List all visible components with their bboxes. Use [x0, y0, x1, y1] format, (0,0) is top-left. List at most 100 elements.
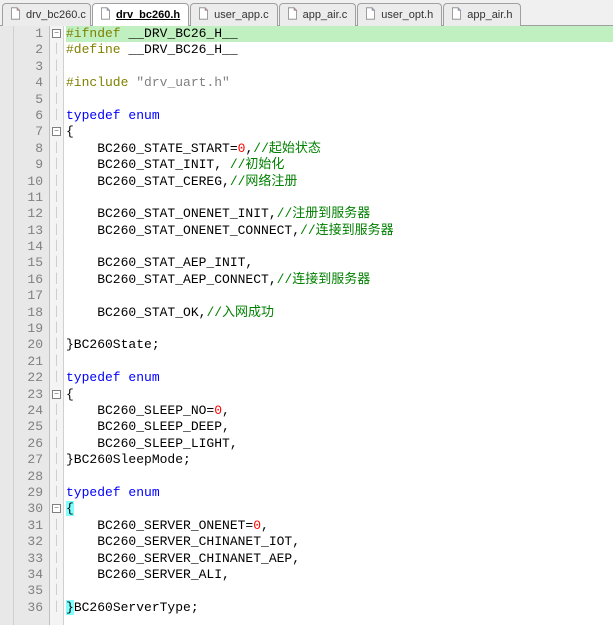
line-number: 22 [14, 370, 43, 386]
code-line[interactable]: }BC260SleepMode; [66, 452, 613, 468]
code-line[interactable]: #include "drv_uart.h" [66, 75, 613, 91]
fold-marker[interactable]: − [50, 26, 63, 42]
fold-collapse-icon[interactable]: − [52, 504, 61, 513]
line-number: 20 [14, 337, 43, 353]
fold-marker[interactable]: − [50, 387, 63, 403]
file-icon [197, 7, 210, 23]
code-line[interactable]: typedef enum [66, 108, 613, 124]
code-line[interactable]: BC260_STAT_CEREG,//网络注册 [66, 174, 613, 190]
line-number: 26 [14, 436, 43, 452]
code-line[interactable] [66, 354, 613, 370]
fold-marker: │ [50, 92, 63, 108]
editor-margin [0, 26, 14, 625]
code-line[interactable]: { [66, 501, 613, 517]
code-line[interactable]: BC260_SERVER_CHINANET_AEP, [66, 551, 613, 567]
file-icon [99, 7, 112, 23]
fold-marker: │ [50, 288, 63, 304]
fold-collapse-icon[interactable]: − [52, 390, 61, 399]
code-line[interactable]: BC260_STAT_INIT, //初始化 [66, 157, 613, 173]
code-area[interactable]: #ifndef __DRV_BC26_H__#define __DRV_BC26… [64, 26, 613, 625]
fold-marker: │ [50, 239, 63, 255]
code-line[interactable]: { [66, 387, 613, 403]
line-number: 13 [14, 223, 43, 239]
line-number-gutter: 1234567891011121314151617181920212223242… [14, 26, 50, 625]
line-number: 14 [14, 239, 43, 255]
code-line[interactable]: typedef enum [66, 485, 613, 501]
fold-marker: │ [50, 141, 63, 157]
code-line[interactable]: BC260_SERVER_CHINANET_IOT, [66, 534, 613, 550]
fold-marker: │ [50, 174, 63, 190]
code-editor: 1234567891011121314151617181920212223242… [0, 26, 613, 625]
line-number: 34 [14, 567, 43, 583]
fold-collapse-icon[interactable]: − [52, 127, 61, 136]
code-line[interactable]: BC260_STATE_START=0,//起始状态 [66, 141, 613, 157]
tab-user_opt-h[interactable]: user_opt.h [357, 3, 442, 26]
code-line[interactable]: typedef enum [66, 370, 613, 386]
line-number: 23 [14, 387, 43, 403]
fold-marker: │ [50, 272, 63, 288]
tab-app_air-h[interactable]: app_air.h [443, 3, 521, 26]
line-number: 28 [14, 469, 43, 485]
code-line[interactable]: BC260_SLEEP_NO=0, [66, 403, 613, 419]
tab-label: app_air.c [303, 9, 348, 21]
tab-label: drv_bc260.h [116, 9, 180, 21]
fold-marker: │ [50, 567, 63, 583]
code-line[interactable] [66, 288, 613, 304]
line-number: 27 [14, 452, 43, 468]
code-line[interactable] [66, 92, 613, 108]
line-number: 5 [14, 92, 43, 108]
fold-marker[interactable]: − [50, 124, 63, 140]
fold-marker: │ [50, 485, 63, 501]
fold-marker: │ [50, 190, 63, 206]
line-number: 30 [14, 501, 43, 517]
code-line[interactable]: #ifndef __DRV_BC26_H__ [66, 26, 613, 42]
code-line[interactable] [66, 469, 613, 485]
code-line[interactable]: BC260_STAT_AEP_CONNECT,//连接到服务器 [66, 272, 613, 288]
fold-collapse-icon[interactable]: − [52, 29, 61, 38]
line-number: 6 [14, 108, 43, 124]
file-icon [364, 7, 377, 23]
line-number: 3 [14, 59, 43, 75]
code-line[interactable]: }BC260State; [66, 337, 613, 353]
fold-marker: │ [50, 337, 63, 353]
line-number: 18 [14, 305, 43, 321]
tab-app_air-c[interactable]: app_air.c [279, 3, 357, 26]
fold-marker[interactable]: − [50, 501, 63, 517]
line-number: 24 [14, 403, 43, 419]
code-line[interactable] [66, 321, 613, 337]
code-line[interactable]: BC260_SERVER_ONENET=0, [66, 518, 613, 534]
code-line[interactable]: BC260_SERVER_ALI, [66, 567, 613, 583]
line-number: 10 [14, 174, 43, 190]
fold-marker: │ [50, 321, 63, 337]
line-number: 33 [14, 551, 43, 567]
tab-drv_bc260-c[interactable]: drv_bc260.c [2, 3, 91, 26]
code-line[interactable] [66, 239, 613, 255]
code-line[interactable]: #define __DRV_BC26_H__ [66, 42, 613, 58]
tab-user_app-c[interactable]: user_app.c [190, 3, 277, 26]
tab-label: app_air.h [467, 9, 512, 21]
fold-column: −│││││−│││││││││││││││−││││││−││││││ [50, 26, 64, 625]
code-line[interactable]: }BC260ServerType; [66, 600, 613, 616]
fold-marker: │ [50, 403, 63, 419]
fold-marker: │ [50, 305, 63, 321]
fold-marker: │ [50, 469, 63, 485]
code-line[interactable]: BC260_STAT_OK,//入网成功 [66, 305, 613, 321]
fold-marker: │ [50, 157, 63, 173]
code-line[interactable]: BC260_STAT_ONENET_CONNECT,//连接到服务器 [66, 223, 613, 239]
fold-marker: │ [50, 436, 63, 452]
tab-drv_bc260-h[interactable]: drv_bc260.h [92, 3, 189, 26]
code-line[interactable] [66, 59, 613, 75]
code-line[interactable]: BC260_SLEEP_DEEP, [66, 419, 613, 435]
line-number: 19 [14, 321, 43, 337]
fold-marker: │ [50, 108, 63, 124]
code-line[interactable]: BC260_SLEEP_LIGHT, [66, 436, 613, 452]
code-line[interactable] [66, 190, 613, 206]
line-number: 11 [14, 190, 43, 206]
fold-marker: │ [50, 534, 63, 550]
line-number: 31 [14, 518, 43, 534]
code-line[interactable]: BC260_STAT_AEP_INIT, [66, 255, 613, 271]
code-line[interactable]: BC260_STAT_ONENET_INIT,//注册到服务器 [66, 206, 613, 222]
fold-marker: │ [50, 452, 63, 468]
code-line[interactable] [66, 583, 613, 599]
code-line[interactable]: { [66, 124, 613, 140]
